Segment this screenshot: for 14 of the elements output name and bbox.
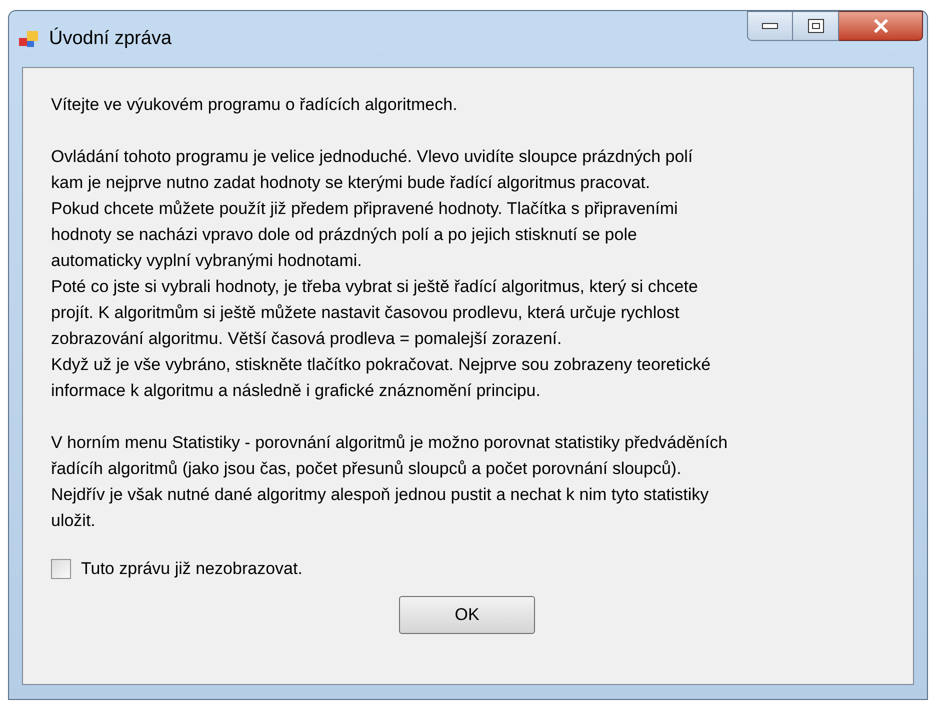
checkbox[interactable] [51,559,71,579]
minimize-button[interactable] [747,11,793,41]
window-title: Úvodní zpráva [49,26,172,51]
minimize-icon [762,23,778,29]
message-paragraph: Vítejte ve výukovém programu o řadících algoritmech. [51,94,458,116]
close-button[interactable] [839,11,923,41]
maximize-icon [808,19,824,33]
maximize-button[interactable] [793,11,839,41]
message-paragraph: V horním menu Statistiky - porovnání algoritmů je možno porovnat statistiky předváděních řadícíh algoritmů (jako jsou čas, počet přesunů sloupců a počet porovnání sloupců). Nejdřív je však nutné dané algoritmy alespoň jednou pustit a nechat k nim tyto statistiky uložit. [51,432,729,532]
ok-button[interactable]: OK [399,596,535,634]
message-paragraph: Ovládání tohoto programu je velice jednoduché. Vlevo uvidíte sloupce prázdných polí kam je nejprve nutno zadat hodnoty se kterými bude řadící algoritmus pracovat. Pokud chcete můžete použít již předem připravené hodnoty. Tlačítka s připraveními hodnoty se nacházi vpravo dole od prázdných polí a po jejich stisknutí se pole automaticky vyplní vybranými hodnotami. Poté co jste si vybrali hodnoty, je třeba vybrat si ještě řadící algoritmus, který si chcete projít. K algoritmům si ještě můžete nastavit časovou prodlevu, která určuje rychlost zobrazování algoritmu. Větší časová prodleva = pomalejší zorazení. Když už je vše vybráno, stiskněte tlačítko pokračovat. Nejprve sou zobrazeny teoretické informace k algoritmu a následně i grafické znáznomění principu. [51,146,712,402]
app-icon [19,30,39,48]
checkbox-label: Tuto zprávu již nezobrazovat. [81,558,302,580]
close-icon [872,19,888,33]
